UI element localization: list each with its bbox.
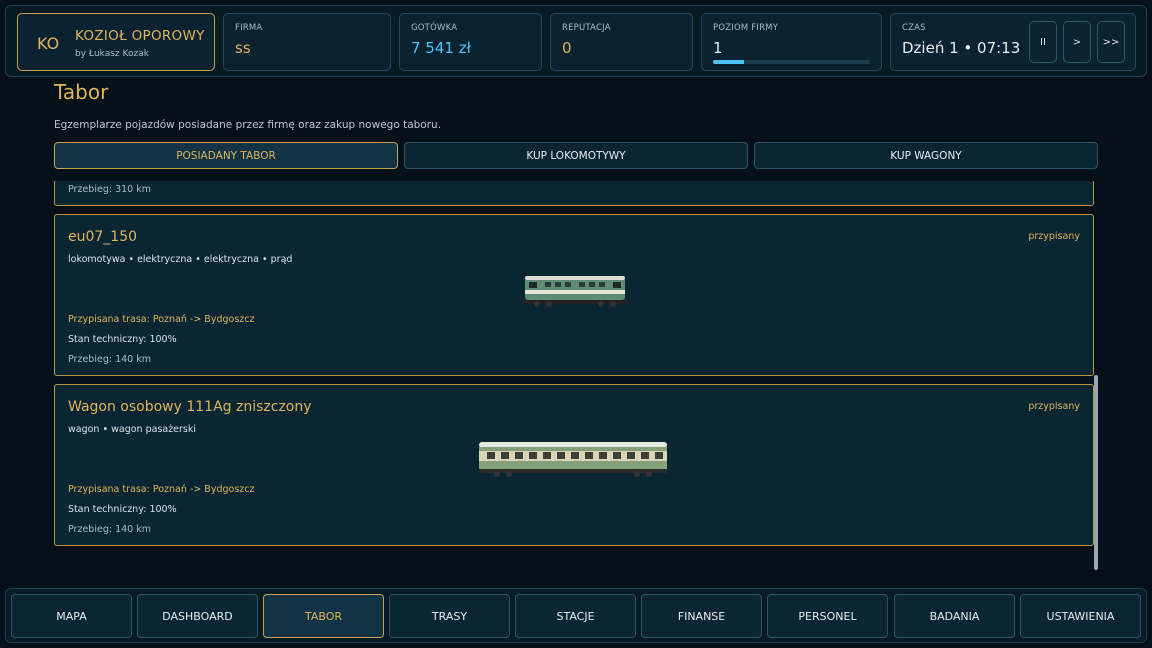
cash-tile: GOTÓWKA 7 541 zł xyxy=(399,13,542,71)
bottom-navigation: MAPA DASHBOARD TABOR TRASY STACJE FINANS… xyxy=(5,588,1147,643)
list-scrollbar[interactable] xyxy=(1094,375,1098,570)
locomotive-image xyxy=(523,276,627,307)
wagon-image xyxy=(479,442,667,477)
pause-button[interactable]: II xyxy=(1029,21,1057,63)
play-button[interactable]: > xyxy=(1063,21,1091,63)
level-progress-fill xyxy=(713,60,745,64)
tab-owned-rolling-stock[interactable]: POSIADANY TABOR xyxy=(54,142,398,169)
nav-routes[interactable]: TRASY xyxy=(389,594,510,638)
card-name: eu07_150 xyxy=(68,229,138,245)
tab-buy-wagons[interactable]: KUP WAGONY xyxy=(754,142,1098,169)
company-logo-tile: KO KOZIOŁ OPOROWY by Łukasz Kozak xyxy=(17,13,215,71)
time-value: Dzień 1 • 07:13 xyxy=(902,39,1021,57)
nav-staff[interactable]: PERSONEL xyxy=(767,594,888,638)
game-author: by Łukasz Kozak xyxy=(75,49,149,59)
rolling-stock-card[interactable]: Wagon osobowy 111Ag zniszczony przypisan… xyxy=(54,384,1094,546)
rolling-stock-card[interactable]: eu07_150 przypisany lokomotywa • elektry… xyxy=(54,214,1094,376)
rolling-stock-list[interactable]: Przebieg: 310 km eu07_150 przypisany lok… xyxy=(54,181,1100,571)
cash-label: GOTÓWKA xyxy=(411,23,458,33)
card-status: przypisany xyxy=(1028,401,1080,412)
nav-rolling-stock[interactable]: TABOR xyxy=(263,594,384,638)
card-meta: wagon • wagon pasażerski xyxy=(68,424,197,435)
time-label: CZAS xyxy=(902,23,926,33)
card-mileage: Przebieg: 310 km xyxy=(68,184,151,195)
card-route: Przypisana trasa: Poznań -> Bydgoszcz xyxy=(68,314,255,325)
nav-map[interactable]: MAPA xyxy=(11,594,132,638)
nav-dashboard[interactable]: DASHBOARD xyxy=(137,594,258,638)
logo-abbreviation: KO xyxy=(37,34,60,53)
firm-tile: FIRMA ss xyxy=(223,13,391,71)
card-mileage: Przebieg: 140 km xyxy=(68,354,151,365)
page-subtitle: Egzemplarze pojazdów posiadane przez fir… xyxy=(54,119,442,131)
card-condition: Stan techniczny: 100% xyxy=(68,334,177,345)
firm-label: FIRMA xyxy=(235,23,263,33)
level-value: 1 xyxy=(713,39,723,57)
card-mileage: Przebieg: 140 km xyxy=(68,524,151,535)
time-tile: CZAS Dzień 1 • 07:13 II > >> xyxy=(890,13,1136,71)
nav-stations[interactable]: STACJE xyxy=(515,594,636,638)
card-name: Wagon osobowy 111Ag zniszczony xyxy=(68,399,312,415)
fast-forward-button[interactable]: >> xyxy=(1097,21,1125,63)
page-title: Tabor xyxy=(54,80,109,104)
tab-buy-locomotives[interactable]: KUP LOKOMOTYWY xyxy=(404,142,748,169)
game-title: KOZIOŁ OPOROWY xyxy=(75,28,205,44)
nav-finance[interactable]: FINANSE xyxy=(641,594,762,638)
card-route: Przypisana trasa: Poznań -> Bydgoszcz xyxy=(68,484,255,495)
cash-value: 7 541 zł xyxy=(411,39,471,57)
card-meta: lokomotywa • elektryczna • elektryczna •… xyxy=(68,254,293,265)
level-progress-bar xyxy=(713,60,870,64)
card-condition: Stan techniczny: 100% xyxy=(68,504,177,515)
card-status: przypisany xyxy=(1028,231,1080,242)
firm-value: ss xyxy=(235,39,251,57)
company-level-tile: POZIOM FIRMY 1 xyxy=(701,13,882,71)
rolling-stock-card[interactable]: Przebieg: 310 km xyxy=(54,181,1094,206)
reputation-tile: REPUTACJA 0 xyxy=(550,13,693,71)
reputation-value: 0 xyxy=(562,39,572,57)
nav-research[interactable]: BADANIA xyxy=(894,594,1015,638)
reputation-label: REPUTACJA xyxy=(562,23,611,33)
nav-settings[interactable]: USTAWIENIA xyxy=(1020,594,1141,638)
top-bar: KO KOZIOŁ OPOROWY by Łukasz Kozak FIRMA … xyxy=(5,5,1147,77)
level-label: POZIOM FIRMY xyxy=(713,23,779,33)
